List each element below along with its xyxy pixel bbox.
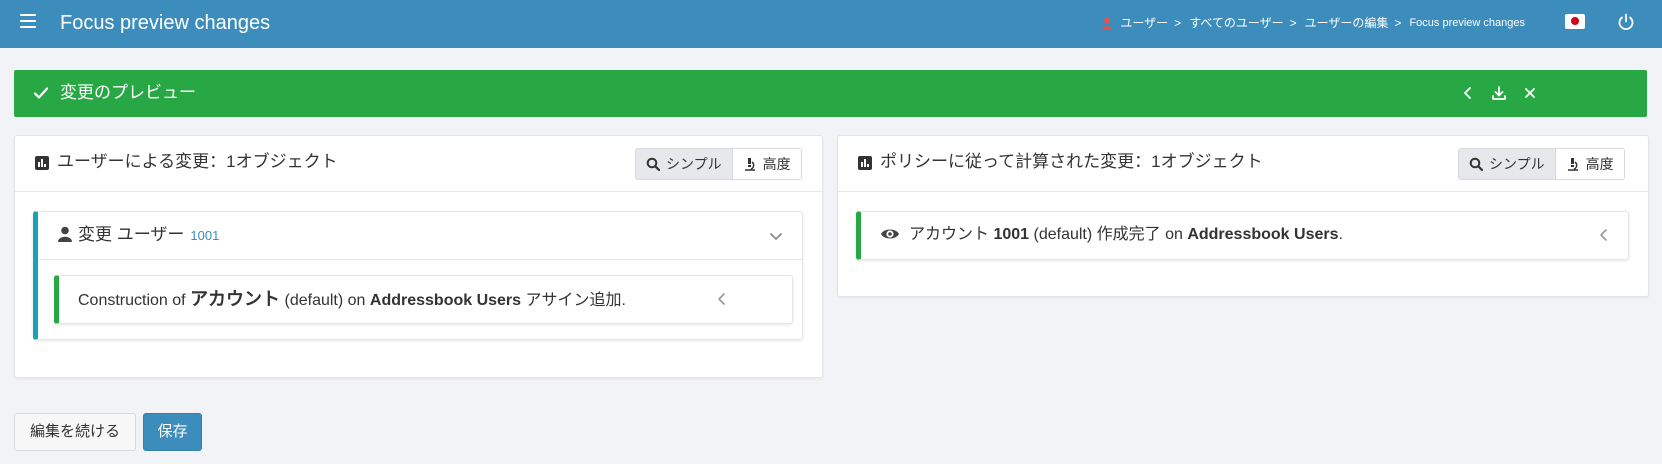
delta-item-card: Construction of アカウント (default) on Addre…: [54, 275, 793, 324]
japan-flag-icon[interactable]: [1565, 14, 1585, 29]
policy-changes-panel: ポリシーに従って計算された変更：1オブジェクト シンプル 高度 アカウント 10…: [837, 135, 1649, 297]
breadcrumb-current: Focus preview changes: [1409, 17, 1525, 29]
chevron-down-icon[interactable]: [768, 228, 784, 249]
advanced-view-label: 高度: [762, 156, 791, 172]
delta-suffix: .: [1338, 226, 1343, 243]
computed-delta-description: アカウント 1001 (default) 作成完了 on Addressbook…: [909, 223, 1343, 247]
breadcrumb-item-edit-user[interactable]: ユーザーの編集: [1305, 14, 1389, 32]
breadcrumb-separator: >: [1289, 16, 1297, 30]
view-toggle: シンプル 高度: [1458, 148, 1625, 180]
panel-header: ポリシーに従って計算された変更：1オブジェクト シンプル 高度: [838, 136, 1648, 192]
computed-delta-card: アカウント 1001 (default) 作成完了 on Addressbook…: [856, 211, 1629, 260]
chevron-left-icon[interactable]: [714, 291, 730, 312]
advanced-view-button[interactable]: 高度: [731, 149, 801, 179]
close-icon[interactable]: [1521, 84, 1539, 102]
delta-resource: Addressbook Users: [369, 292, 522, 309]
chevron-left-icon[interactable]: [1596, 227, 1612, 248]
bar-chart-icon: [858, 156, 872, 170]
breadcrumb-item-all-users[interactable]: すべてのユーザー: [1189, 14, 1283, 32]
eye-icon: [880, 226, 900, 247]
search-icon: [1469, 157, 1483, 171]
object-card-header[interactable]: 変更 ユーザー 1001: [38, 212, 802, 260]
simple-view-label: シンプル: [666, 156, 722, 172]
panel-title: ポリシーに従って計算された変更：1オブジェクト: [880, 152, 1263, 171]
page-title: Focus preview changes: [60, 12, 271, 34]
delta-prefix: Construction of: [78, 292, 191, 309]
microscope-icon: [744, 158, 755, 171]
delta-account: アカウント: [190, 289, 281, 309]
panel-header: ユーザーによる変更：1オブジェクト シンプル 高度: [15, 136, 822, 192]
breadcrumb: ユーザー > すべてのユーザー > ユーザーの編集 > Focus previe…: [1102, 14, 1525, 32]
microscope-icon: [1567, 158, 1578, 171]
delta-prefix: アカウント: [909, 226, 994, 243]
breadcrumb-item-users[interactable]: ユーザー: [1120, 14, 1168, 32]
user-icon: [1102, 17, 1113, 30]
top-navbar: Focus preview changes ユーザー > すべてのユーザー > …: [0, 0, 1662, 48]
view-toggle: シンプル 高度: [635, 148, 802, 180]
delta-middle: (default) on: [280, 292, 370, 309]
bar-chart-icon: [35, 156, 49, 170]
delta-description: Construction of アカウント (default) on Addre…: [78, 287, 626, 313]
delta-suffix: アサイン追加.: [521, 292, 626, 309]
simple-view-label: シンプル: [1489, 156, 1545, 172]
delta-middle: (default) 作成完了 on: [1029, 226, 1188, 243]
delta-resource: Addressbook Users: [1187, 226, 1339, 243]
user-changes-panel: ユーザーによる変更：1オブジェクト シンプル 高度 変更 ユーザー 1001 C…: [14, 135, 823, 378]
panel-title: ユーザーによる変更：1オブジェクト: [57, 152, 338, 171]
advanced-view-button[interactable]: 高度: [1554, 149, 1624, 179]
breadcrumb-separator: >: [1394, 16, 1402, 30]
search-icon: [646, 157, 660, 171]
advanced-view-label: 高度: [1585, 156, 1614, 172]
chevron-left-icon[interactable]: [1459, 84, 1477, 102]
breadcrumb-separator: >: [1174, 16, 1182, 30]
banner-title: 変更のプレビュー: [60, 83, 196, 102]
continue-editing-button[interactable]: 編集を続ける: [14, 413, 136, 451]
user-icon: [57, 226, 73, 247]
delta-id: 1001: [993, 226, 1030, 243]
simple-view-button[interactable]: シンプル: [1459, 149, 1555, 179]
menu-icon[interactable]: [20, 14, 36, 28]
simple-view-button[interactable]: シンプル: [636, 149, 732, 179]
download-icon[interactable]: [1490, 84, 1508, 102]
power-icon[interactable]: [1616, 12, 1636, 32]
check-icon: [32, 84, 50, 102]
preview-banner: 変更のプレビュー: [14, 70, 1647, 117]
save-button[interactable]: 保存: [143, 413, 202, 451]
object-label: 変更 ユーザー: [78, 225, 185, 244]
object-id-link[interactable]: 1001: [190, 228, 219, 243]
object-change-card: 変更 ユーザー 1001 Construction of アカウント (defau…: [33, 211, 803, 340]
